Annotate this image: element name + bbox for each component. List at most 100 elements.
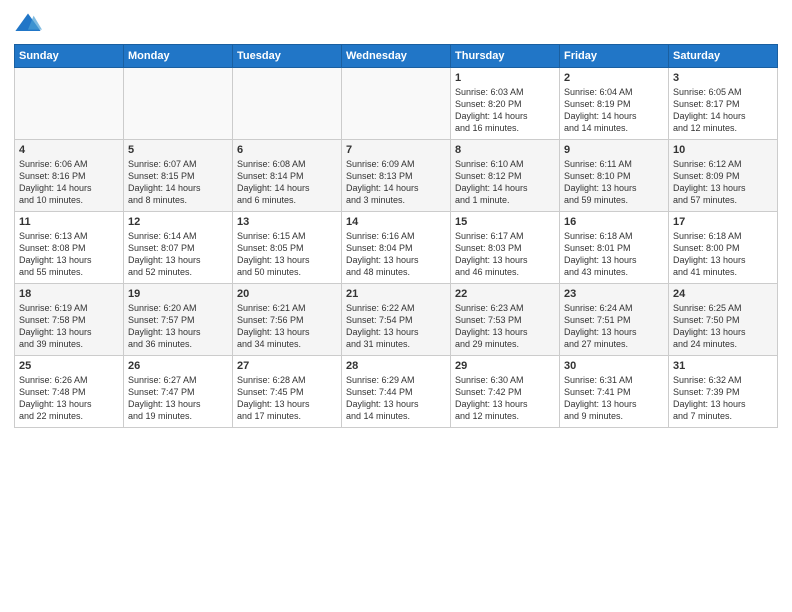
calendar-cell: 24 Sunrise: 6:25 AM Sunset: 7:50 PM Dayli…: [669, 284, 778, 356]
calendar-cell: [342, 68, 451, 140]
calendar-cell: 4 Sunrise: 6:06 AM Sunset: 8:16 PM Daylig…: [15, 140, 124, 212]
calendar-cell: 30 Sunrise: 6:31 AM Sunset: 7:41 PM Dayli…: [560, 356, 669, 428]
day-info: Sunrise: 6:06 AM Sunset: 8:16 PM Dayligh…: [19, 158, 119, 207]
day-info: Sunrise: 6:11 AM Sunset: 8:10 PM Dayligh…: [564, 158, 664, 207]
day-info: Sunrise: 6:27 AM Sunset: 7:47 PM Dayligh…: [128, 374, 228, 423]
day-number: 28: [346, 360, 446, 372]
day-info: Sunrise: 6:30 AM Sunset: 7:42 PM Dayligh…: [455, 374, 555, 423]
day-info: Sunrise: 6:16 AM Sunset: 8:04 PM Dayligh…: [346, 230, 446, 279]
day-number: 9: [564, 144, 664, 156]
calendar-cell: 22 Sunrise: 6:23 AM Sunset: 7:53 PM Dayli…: [451, 284, 560, 356]
day-number: 4: [19, 144, 119, 156]
day-number: 27: [237, 360, 337, 372]
calendar-cell: 10 Sunrise: 6:12 AM Sunset: 8:09 PM Dayli…: [669, 140, 778, 212]
day-number: 22: [455, 288, 555, 300]
calendar-cell: 26 Sunrise: 6:27 AM Sunset: 7:47 PM Dayli…: [124, 356, 233, 428]
day-number: 30: [564, 360, 664, 372]
day-number: 7: [346, 144, 446, 156]
day-info: Sunrise: 6:05 AM Sunset: 8:17 PM Dayligh…: [673, 86, 773, 135]
calendar-cell: 28 Sunrise: 6:29 AM Sunset: 7:44 PM Dayli…: [342, 356, 451, 428]
calendar-cell: 31 Sunrise: 6:32 AM Sunset: 7:39 PM Dayli…: [669, 356, 778, 428]
day-info: Sunrise: 6:25 AM Sunset: 7:50 PM Dayligh…: [673, 302, 773, 351]
calendar-cell: 25Sunrise: 6:26 AM Sunset: 7:48 PM Dayli…: [15, 356, 124, 428]
day-number: 11: [19, 216, 119, 228]
day-info: Sunrise: 6:15 AM Sunset: 8:05 PM Dayligh…: [237, 230, 337, 279]
calendar-cell: 19 Sunrise: 6:20 AM Sunset: 7:57 PM Dayli…: [124, 284, 233, 356]
calendar-cell: 9 Sunrise: 6:11 AM Sunset: 8:10 PM Daylig…: [560, 140, 669, 212]
col-header-tuesday: Tuesday: [233, 45, 342, 68]
calendar-cell: [233, 68, 342, 140]
calendar-cell: 14 Sunrise: 6:16 AM Sunset: 8:04 PM Dayli…: [342, 212, 451, 284]
day-info: Sunrise: 6:23 AM Sunset: 7:53 PM Dayligh…: [455, 302, 555, 351]
calendar-cell: 23 Sunrise: 6:24 AM Sunset: 7:51 PM Dayli…: [560, 284, 669, 356]
calendar-cell: 18 Sunrise: 6:19 AM Sunset: 7:58 PM Dayli…: [15, 284, 124, 356]
day-info: Sunrise: 6:20 AM Sunset: 7:57 PM Dayligh…: [128, 302, 228, 351]
day-info: Sunrise: 6:14 AM Sunset: 8:07 PM Dayligh…: [128, 230, 228, 279]
day-info: Sunrise: 6:18 AM Sunset: 8:00 PM Dayligh…: [673, 230, 773, 279]
day-number: 14: [346, 216, 446, 228]
col-header-saturday: Saturday: [669, 45, 778, 68]
logo: [14, 10, 46, 38]
day-info: Sunrise: 6:12 AM Sunset: 8:09 PM Dayligh…: [673, 158, 773, 207]
day-number: 21: [346, 288, 446, 300]
col-header-thursday: Thursday: [451, 45, 560, 68]
day-number: 19: [128, 288, 228, 300]
day-info: Sunrise: 6:10 AM Sunset: 8:12 PM Dayligh…: [455, 158, 555, 207]
calendar-cell: 8 Sunrise: 6:10 AM Sunset: 8:12 PM Daylig…: [451, 140, 560, 212]
calendar-cell: 21Sunrise: 6:22 AM Sunset: 7:54 PM Dayli…: [342, 284, 451, 356]
day-number: 10: [673, 144, 773, 156]
calendar-cell: [124, 68, 233, 140]
day-info: Sunrise: 6:04 AM Sunset: 8:19 PM Dayligh…: [564, 86, 664, 135]
day-number: 12: [128, 216, 228, 228]
calendar-cell: 5 Sunrise: 6:07 AM Sunset: 8:15 PM Daylig…: [124, 140, 233, 212]
day-number: 29: [455, 360, 555, 372]
day-number: 2: [564, 72, 664, 84]
day-number: 24: [673, 288, 773, 300]
calendar-cell: 17 Sunrise: 6:18 AM Sunset: 8:00 PM Dayli…: [669, 212, 778, 284]
day-number: 31: [673, 360, 773, 372]
day-info: Sunrise: 6:21 AM Sunset: 7:56 PM Dayligh…: [237, 302, 337, 351]
logo-icon: [14, 10, 42, 38]
calendar-cell: 2 Sunrise: 6:04 AM Sunset: 8:19 PM Daylig…: [560, 68, 669, 140]
col-header-sunday: Sunday: [15, 45, 124, 68]
day-info: Sunrise: 6:03 AM Sunset: 8:20 PM Dayligh…: [455, 86, 555, 135]
calendar-cell: 27 Sunrise: 6:28 AM Sunset: 7:45 PM Dayli…: [233, 356, 342, 428]
calendar-cell: 6 Sunrise: 6:08 AM Sunset: 8:14 PM Daylig…: [233, 140, 342, 212]
header: [14, 10, 778, 38]
day-number: 23: [564, 288, 664, 300]
day-info: Sunrise: 6:07 AM Sunset: 8:15 PM Dayligh…: [128, 158, 228, 207]
day-number: 26: [128, 360, 228, 372]
calendar-cell: 11 Sunrise: 6:13 AM Sunset: 8:08 PM Dayli…: [15, 212, 124, 284]
day-number: 6: [237, 144, 337, 156]
day-number: 8: [455, 144, 555, 156]
day-info: Sunrise: 6:13 AM Sunset: 8:08 PM Dayligh…: [19, 230, 119, 279]
calendar-cell: 7 Sunrise: 6:09 AM Sunset: 8:13 PM Daylig…: [342, 140, 451, 212]
day-info: Sunrise: 6:28 AM Sunset: 7:45 PM Dayligh…: [237, 374, 337, 423]
day-info: Sunrise: 6:17 AM Sunset: 8:03 PM Dayligh…: [455, 230, 555, 279]
day-info: Sunrise: 6:19 AM Sunset: 7:58 PM Dayligh…: [19, 302, 119, 351]
col-header-monday: Monday: [124, 45, 233, 68]
day-number: 3: [673, 72, 773, 84]
day-info: Sunrise: 6:31 AM Sunset: 7:41 PM Dayligh…: [564, 374, 664, 423]
day-info: Sunrise: 6:24 AM Sunset: 7:51 PM Dayligh…: [564, 302, 664, 351]
day-number: 1: [455, 72, 555, 84]
calendar-cell: 16Sunrise: 6:18 AM Sunset: 8:01 PM Dayli…: [560, 212, 669, 284]
day-info: Sunrise: 6:08 AM Sunset: 8:14 PM Dayligh…: [237, 158, 337, 207]
day-number: 13: [237, 216, 337, 228]
day-number: 18: [19, 288, 119, 300]
col-header-wednesday: Wednesday: [342, 45, 451, 68]
day-info: Sunrise: 6:09 AM Sunset: 8:13 PM Dayligh…: [346, 158, 446, 207]
day-number: 25: [19, 360, 119, 372]
day-info: Sunrise: 6:29 AM Sunset: 7:44 PM Dayligh…: [346, 374, 446, 423]
day-info: Sunrise: 6:32 AM Sunset: 7:39 PM Dayligh…: [673, 374, 773, 423]
day-number: 5: [128, 144, 228, 156]
day-number: 15: [455, 216, 555, 228]
day-number: 20: [237, 288, 337, 300]
calendar-cell: 15 Sunrise: 6:17 AM Sunset: 8:03 PM Dayli…: [451, 212, 560, 284]
day-number: 17: [673, 216, 773, 228]
col-header-friday: Friday: [560, 45, 669, 68]
calendar-cell: 13 Sunrise: 6:15 AM Sunset: 8:05 PM Dayli…: [233, 212, 342, 284]
calendar-cell: 12 Sunrise: 6:14 AM Sunset: 8:07 PM Dayli…: [124, 212, 233, 284]
day-info: Sunrise: 6:18 AM Sunset: 8:01 PM Dayligh…: [564, 230, 664, 279]
calendar-table: SundayMondayTuesdayWednesdayThursdayFrid…: [14, 44, 778, 428]
